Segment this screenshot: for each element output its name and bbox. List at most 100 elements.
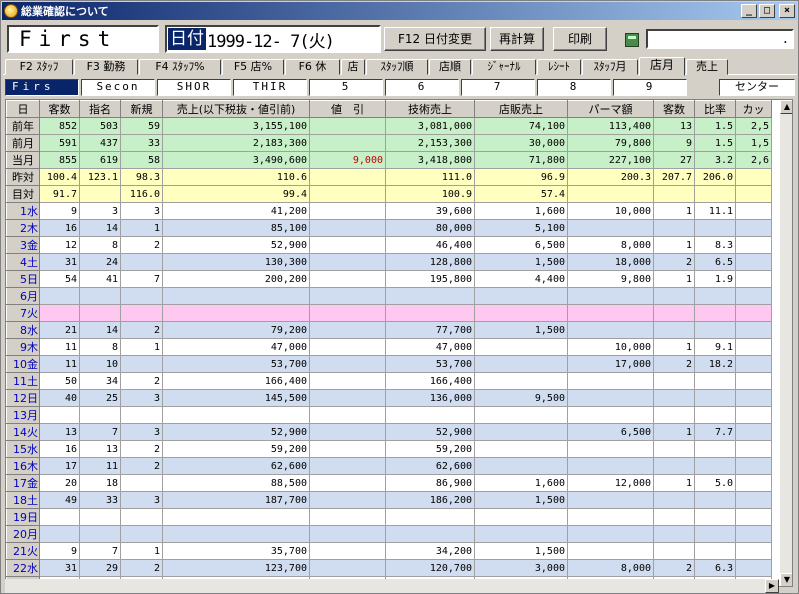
table-cell[interactable]: 2 — [120, 559, 163, 577]
table-cell[interactable]: 35,700 — [162, 542, 310, 560]
table-cell[interactable]: 2 — [653, 559, 695, 577]
table-cell[interactable]: 6.5 — [694, 253, 736, 271]
table-cell[interactable]: 130,300 — [162, 253, 310, 271]
table-cell[interactable] — [309, 559, 386, 577]
minimize-button[interactable]: _ — [741, 4, 757, 18]
table-cell[interactable]: 1,500 — [474, 253, 568, 271]
table-cell[interactable]: 200,200 — [162, 270, 310, 288]
table-row[interactable]: 19日 — [6, 508, 772, 526]
table-row[interactable]: 5日 54 41 7 200,200 195,800 4,400 9,800 1 1.9 — [6, 270, 772, 288]
tab-staff[interactable]: F2 ｽﾀｯﾌ — [5, 59, 73, 75]
table-cell[interactable]: 96.9 — [474, 168, 568, 186]
row-label[interactable]: 目対 — [6, 185, 40, 203]
table-cell[interactable]: 34 — [79, 372, 121, 390]
table-cell[interactable]: 53,700 — [162, 355, 310, 373]
table-cell[interactable]: 2,153,300 — [385, 134, 475, 152]
tab-journal[interactable]: ｼﾞｬｰﾅﾙ — [472, 59, 536, 75]
row-label[interactable]: 16木 — [6, 457, 40, 475]
staff-1[interactable]: Firs — [5, 79, 79, 96]
close-button[interactable]: × — [779, 4, 795, 18]
row-label[interactable]: 7火 — [6, 304, 40, 322]
row-label[interactable]: 6月 — [6, 287, 40, 305]
table-cell[interactable]: 74,100 — [474, 117, 568, 135]
table-cell[interactable]: 10,000 — [567, 338, 654, 356]
table-cell[interactable] — [120, 304, 163, 322]
table-cell[interactable] — [120, 508, 163, 526]
table-cell[interactable] — [735, 423, 772, 441]
staff-8[interactable]: 8 — [537, 79, 611, 96]
table-cell[interactable] — [120, 406, 163, 424]
tab-store[interactable]: 店 — [341, 59, 365, 75]
table-cell[interactable] — [735, 406, 772, 424]
table-cell[interactable]: 34,200 — [385, 542, 475, 560]
table-cell[interactable]: 59,200 — [162, 440, 310, 458]
table-cell[interactable] — [309, 134, 386, 152]
table-cell[interactable]: 9 — [653, 134, 695, 152]
table-cell[interactable]: 166,400 — [162, 372, 310, 390]
table-row[interactable]: 1水 9 3 3 41,200 39,600 1,600 10,000 1 11.1 — [6, 202, 772, 220]
table-cell[interactable]: 98.3 — [120, 168, 163, 186]
row-label[interactable]: 19日 — [6, 508, 40, 526]
maximize-button[interactable]: □ — [759, 4, 775, 18]
table-cell[interactable] — [653, 406, 695, 424]
table-cell[interactable]: 855 — [39, 151, 80, 169]
table-cell[interactable] — [309, 287, 386, 305]
table-cell[interactable] — [309, 185, 386, 203]
table-cell[interactable] — [694, 287, 736, 305]
table-cell[interactable]: 52,900 — [385, 423, 475, 441]
table-cell[interactable] — [567, 372, 654, 390]
col-cut[interactable]: カッ — [735, 100, 772, 118]
table-cell[interactable] — [567, 287, 654, 305]
row-label[interactable]: 1水 — [6, 202, 40, 220]
table-cell[interactable] — [309, 338, 386, 356]
table-cell[interactable] — [694, 457, 736, 475]
table-cell[interactable]: 2 — [120, 372, 163, 390]
table-cell[interactable] — [567, 491, 654, 509]
table-cell[interactable]: 52,900 — [162, 236, 310, 254]
table-cell[interactable] — [735, 321, 772, 339]
table-cell[interactable]: 11 — [79, 457, 121, 475]
table-cell[interactable] — [385, 287, 475, 305]
row-label[interactable]: 前月 — [6, 134, 40, 152]
table-row[interactable]: 9木 11 8 1 47,000 47,000 10,000 1 9.1 — [6, 338, 772, 356]
table-cell[interactable]: 16 — [39, 440, 80, 458]
table-cell[interactable] — [309, 542, 386, 560]
table-cell[interactable]: 20 — [39, 474, 80, 492]
table-cell[interactable]: 3 — [120, 423, 163, 441]
table-cell[interactable] — [567, 185, 654, 203]
table-cell[interactable]: 18 — [79, 474, 121, 492]
table-cell[interactable] — [694, 542, 736, 560]
staff-2[interactable]: Secon — [81, 79, 155, 96]
table-cell[interactable] — [309, 270, 386, 288]
table-cell[interactable]: 4,400 — [474, 270, 568, 288]
table-cell[interactable]: 85,100 — [162, 219, 310, 237]
table-row[interactable]: 22水 31 29 2 123,700 120,700 3,000 8,000 2 6.3 — [6, 559, 772, 577]
staff-center[interactable]: センター — [719, 79, 795, 96]
table-cell[interactable] — [567, 304, 654, 322]
table-cell[interactable] — [385, 525, 475, 543]
table-cell[interactable]: 11 — [39, 355, 80, 373]
table-cell[interactable] — [120, 287, 163, 305]
table-cell[interactable]: 207.7 — [653, 168, 695, 186]
table-cell[interactable]: 1 — [653, 270, 695, 288]
tab-staff-order[interactable]: ｽﾀｯﾌ順 — [366, 59, 428, 75]
table-cell[interactable]: 30,000 — [474, 134, 568, 152]
table-cell[interactable]: 110.6 — [162, 168, 310, 186]
table-cell[interactable]: 8,000 — [567, 236, 654, 254]
table-cell[interactable]: 77,700 — [385, 321, 475, 339]
table-cell[interactable]: 24 — [79, 253, 121, 271]
table-cell[interactable]: 1,600 — [474, 202, 568, 220]
table-cell[interactable]: 2 — [653, 253, 695, 271]
row-label[interactable]: 2木 — [6, 219, 40, 237]
table-cell[interactable] — [694, 406, 736, 424]
table-cell[interactable]: 52,900 — [162, 423, 310, 441]
row-label[interactable]: 前年 — [6, 117, 40, 135]
table-cell[interactable] — [474, 372, 568, 390]
table-cell[interactable]: 145,500 — [162, 389, 310, 407]
row-label[interactable]: 10金 — [6, 355, 40, 373]
table-cell[interactable]: 2,5 — [735, 117, 772, 135]
table-cell[interactable]: 3,155,100 — [162, 117, 310, 135]
sales-grid[interactable]: 日 客数 指名 新規 売上(以下税抜・値引前) 値 引 技術売上 店販売上 パー… — [5, 99, 793, 587]
table-cell[interactable] — [309, 304, 386, 322]
table-cell[interactable] — [309, 406, 386, 424]
